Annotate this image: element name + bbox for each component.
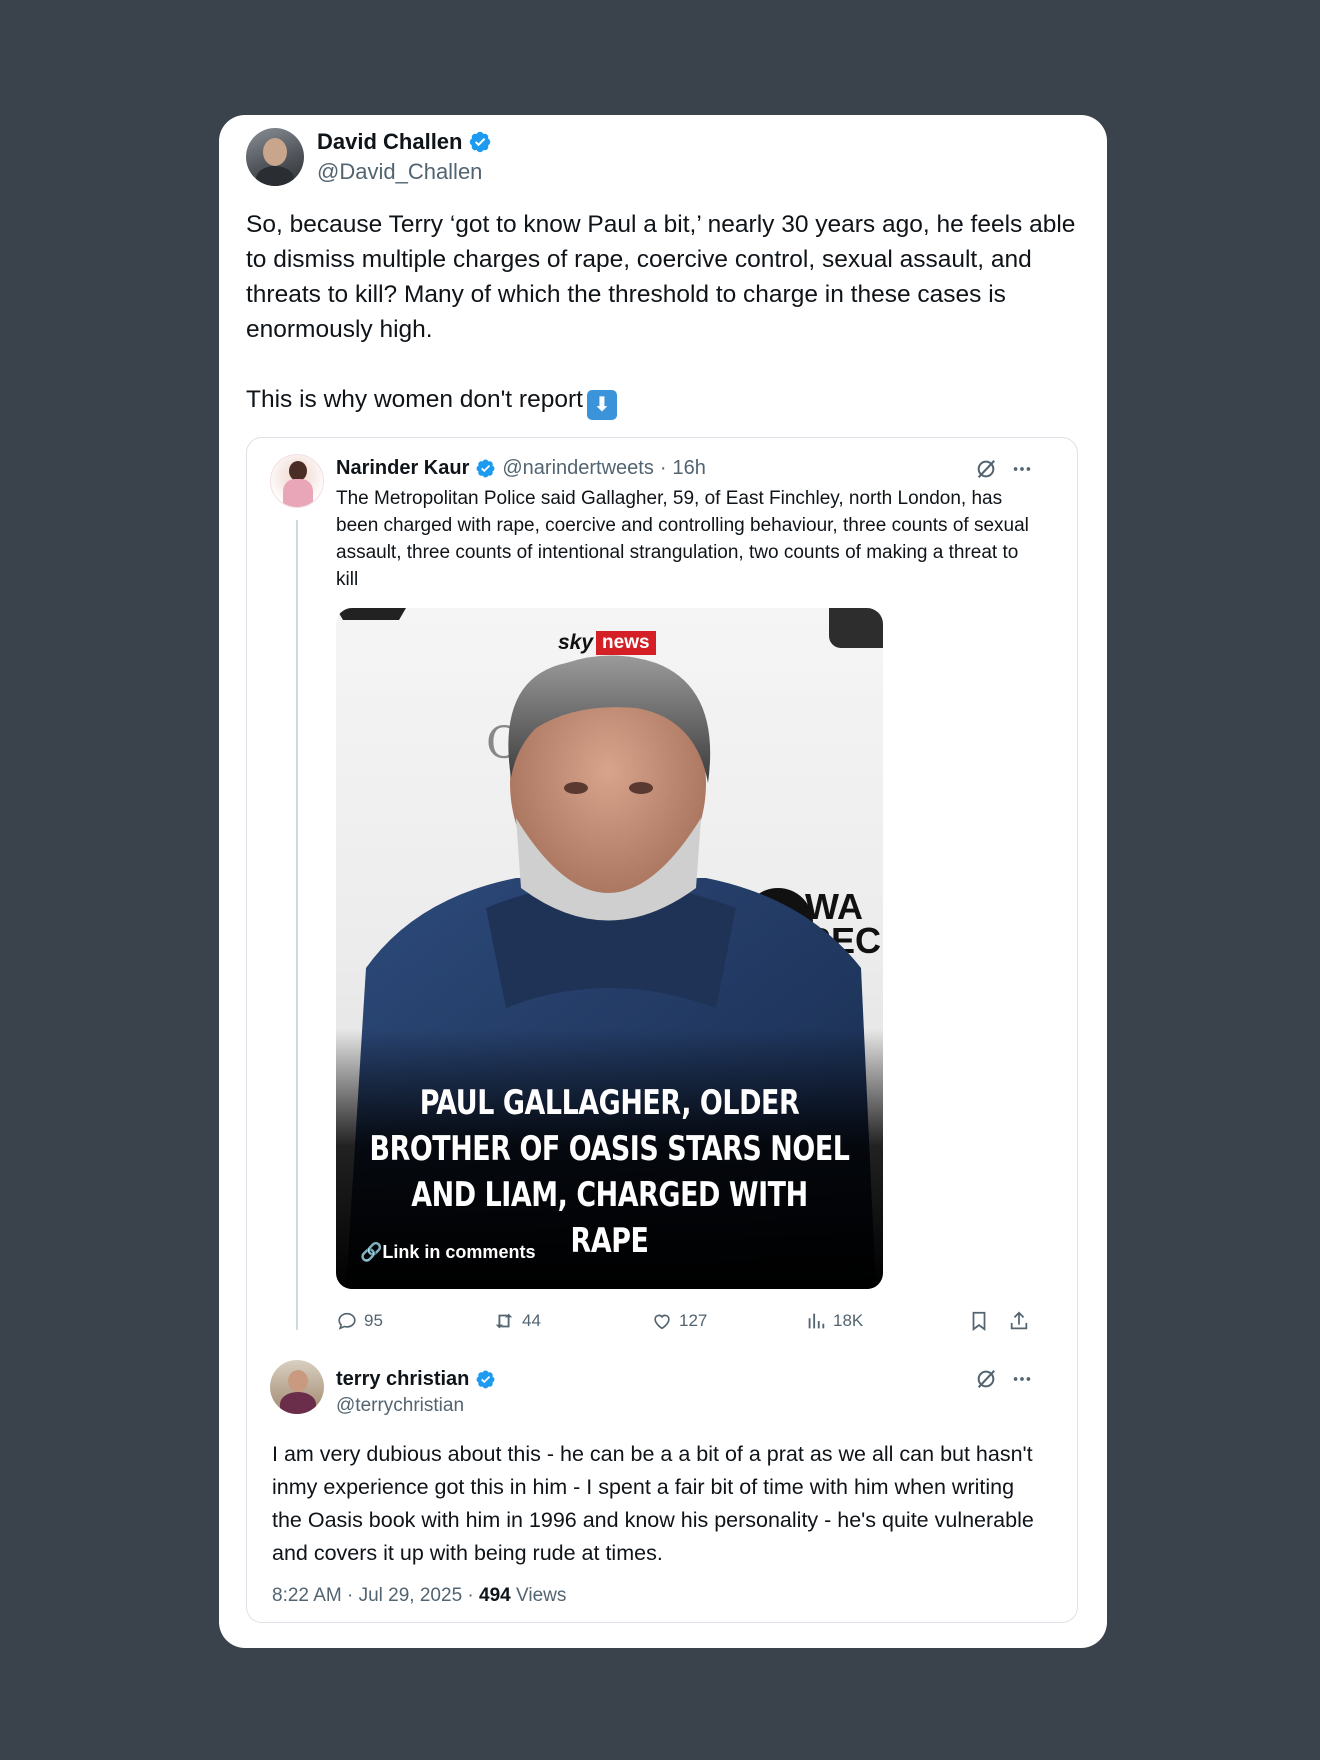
repost-button[interactable]: 44 [492,1310,541,1332]
reply-author-handle[interactable]: @terrychristian [336,1395,496,1417]
share-icon [1008,1310,1030,1332]
author-handle[interactable]: @David_Challen [317,159,492,185]
reply-views-count: 494 [479,1585,511,1606]
quoted-author-handle[interactable]: @narindertweets [502,457,653,480]
quoted-action-bar: 95 44 127 18K [336,1310,1040,1338]
quoted-header: Narinder Kaur @narindertweets · 16h [336,457,706,480]
verified-badge-icon [468,130,492,154]
sky-wordmark: sky [558,631,594,654]
avatar[interactable] [246,128,304,186]
tweet-body: So, because Terry ‘got to know Paul a bi… [246,211,1076,413]
quoted-avatar[interactable] [270,454,324,508]
media-link-caption: 🔗Link in comments [360,1242,535,1263]
like-icon [651,1310,673,1332]
down-arrow-emoji: ⬇ [586,390,617,420]
reply-text: I am very dubious about this - he can be… [272,1442,1034,1565]
bookmark-button[interactable] [968,1310,990,1332]
views-icon [805,1310,827,1332]
tweet-author[interactable]: David Challen @David_Challen [246,128,492,186]
reply-author-name[interactable]: terry christian [336,1368,469,1391]
media-link-label: Link in comments [382,1242,536,1262]
quoted-text: The Metropolitan Police said Gallagher, … [336,488,1029,590]
verified-badge-icon [475,458,496,479]
bookmark-icon [968,1310,990,1332]
link-icon: 🔗 [360,1242,383,1262]
grok-icon[interactable] [975,458,997,480]
quote-thread[interactable]: Narinder Kaur @narindertweets · 16h The … [246,437,1078,1623]
thread-connector [296,520,298,1330]
media-headline: PAUL GALLAGHER, OLDER BROTHER OF OASIS S… [369,1083,850,1261]
quoted-media-image[interactable]: C WA REC sky news PAUL GALLAGHER, OLDER … [336,608,883,1289]
reply-header: terry christian @terrychristian [336,1368,496,1417]
more-icon[interactable] [1011,458,1033,480]
like-button[interactable]: 127 [651,1310,707,1332]
reply-avatar[interactable] [270,1360,324,1414]
share-button[interactable] [1008,1310,1030,1332]
reply-icon [336,1310,358,1332]
reply-date: Jul 29, 2025 [358,1585,463,1606]
tweet-card: David Challen @David_Challen So, because… [219,115,1107,1648]
sky-news-logo: sky news [558,631,656,655]
repost-count: 44 [522,1311,541,1330]
dot-separator: · [659,457,667,479]
reply-button[interactable]: 95 [336,1310,383,1332]
like-count: 127 [679,1311,708,1330]
repost-icon [492,1310,516,1332]
verified-badge-icon [475,1369,496,1390]
more-icon[interactable] [1011,1368,1033,1390]
tweet-text: So, because Terry ‘got to know Paul a bi… [246,207,1086,420]
reply-views-label: Views [516,1585,567,1606]
reply-count: 95 [364,1311,383,1330]
grok-icon[interactable] [975,1368,997,1390]
quoted-author-name[interactable]: Narinder Kaur [336,457,469,480]
reply-time: 8:22 AM [272,1585,342,1606]
quoted-age[interactable]: 16h [673,457,706,480]
views-count: 18K [833,1311,864,1330]
views-button[interactable]: 18K [805,1310,863,1332]
news-wordmark: news [596,631,656,655]
author-name[interactable]: David Challen [317,129,462,155]
reply-timestamp[interactable]: 8:22 AM · Jul 29, 2025 · 494 Views [272,1585,566,1607]
